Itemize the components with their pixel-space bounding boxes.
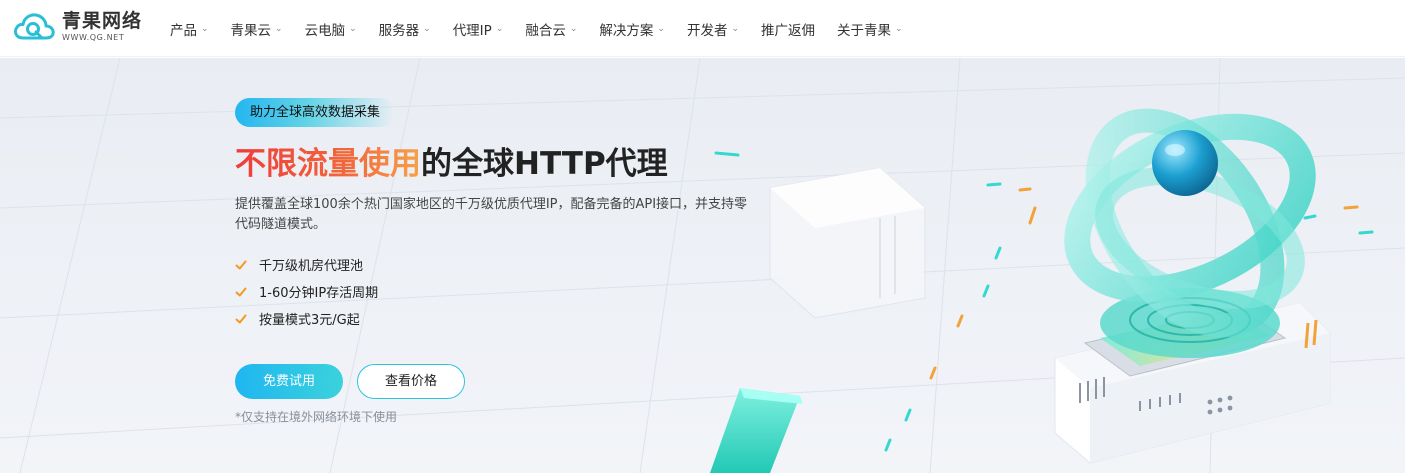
feature-list: 千万级机房代理池 1-60分钟IP存活周期 按量模式3元/G起	[235, 251, 378, 332]
glass-block	[769, 167, 926, 319]
list-item: 按量模式3元/G起	[235, 305, 378, 332]
list-item: 1-60分钟IP存活周期	[235, 278, 378, 305]
check-icon	[235, 287, 247, 296]
chevron-down-icon: ⌄	[423, 23, 431, 34]
list-item: 千万级机房代理池	[235, 251, 378, 278]
nav-item-label: 代理IP	[452, 22, 492, 39]
nav-item-label: 融合云	[525, 22, 566, 39]
nav-item-cloud-pc[interactable]: 云电脑 ⌄	[305, 19, 357, 39]
brand-logo[interactable]: 青果网络 WWW.QG.NET	[12, 10, 142, 44]
hero-headline: 不限流量使用的全球HTTP代理	[235, 144, 668, 184]
feature-label: 1-60分钟IP存活周期	[259, 286, 379, 301]
main-nav: 产品 ⌄ 青果云 ⌄ 云电脑 ⌄ 服务器 ⌄ 代理IP ⌄ 融合云 ⌄ 解决方案 ⌄ 开发者 ⌄…	[170, 0, 925, 57]
cloud-q-icon	[13, 13, 55, 40]
brand-name: 青果网络	[62, 10, 143, 32]
nav-item-products[interactable]: 产品 ⌄	[170, 19, 209, 39]
feature-label: 千万级机房代理池	[259, 259, 364, 274]
chevron-down-icon: ⌄	[349, 23, 357, 34]
chevron-down-icon: ⌄	[275, 23, 283, 34]
headline-rest: 的全球HTTP代理	[421, 146, 668, 182]
free-trial-button[interactable]: 免费试用	[235, 364, 343, 399]
hero-tagline-badge: 助力全球高效数据采集	[235, 98, 396, 127]
chevron-down-icon: ⌄	[201, 23, 209, 34]
nav-item-label: 服务器	[378, 22, 420, 39]
nav-item-fusion-cloud[interactable]: 融合云 ⌄	[525, 19, 577, 39]
nav-item-label: 解决方案	[599, 22, 654, 39]
nav-item-solutions[interactable]: 解决方案 ⌄	[599, 19, 665, 39]
nav-item-proxy-ip[interactable]: 代理IP ⌄	[453, 19, 504, 39]
chevron-down-icon: ⌄	[569, 23, 578, 34]
nav-item-label: 关于青果	[837, 22, 891, 39]
chevron-down-icon: ⌄	[657, 23, 665, 34]
hero-description: 提供覆盖全球100余个热门国家地区的千万级优质代理IP，配备完备的API接口，并…	[235, 197, 748, 232]
chevron-down-icon: ⌄	[731, 23, 739, 34]
chevron-down-icon: ⌄	[895, 23, 903, 34]
nav-item-servers[interactable]: 服务器 ⌄	[379, 19, 431, 39]
nav-item-label: 云电脑	[304, 22, 346, 39]
feature-label: 按量模式3元/G起	[259, 313, 360, 328]
server-globe-illustration	[710, 108, 1374, 473]
chevron-down-icon: ⌄	[495, 23, 504, 34]
nav-item-label: 产品	[170, 22, 197, 39]
nav-item-developers[interactable]: 开发者 ⌄	[687, 19, 739, 39]
nav-item-affiliate[interactable]: 推广返佣	[761, 19, 815, 39]
nav-item-label: 推广返佣	[761, 22, 815, 39]
nav-item-qingguo-cloud[interactable]: 青果云 ⌄	[231, 19, 283, 39]
headline-accent: 不限流量使用	[235, 146, 421, 182]
nav-item-label: 开发者	[686, 22, 728, 39]
nav-item-label: 青果云	[230, 22, 272, 39]
usage-note: *仅支持在境外网络环境下使用	[235, 410, 398, 424]
view-pricing-button[interactable]: 查看价格	[357, 364, 465, 399]
top-nav-bar: 青果网络 WWW.QG.NET 产品 ⌄ 青果云 ⌄ 云电脑 ⌄ 服务器 ⌄ 代理IP ⌄…	[0, 0, 1405, 57]
hero-banner: 助力全球高效数据采集 不限流量使用的全球HTTP代理 提供覆盖全球100余个热门…	[0, 58, 1405, 473]
brand-domain: WWW.QG.NET	[62, 33, 125, 42]
check-icon	[235, 260, 247, 269]
nav-item-about[interactable]: 关于青果 ⌄	[837, 19, 903, 39]
check-icon	[235, 314, 247, 323]
